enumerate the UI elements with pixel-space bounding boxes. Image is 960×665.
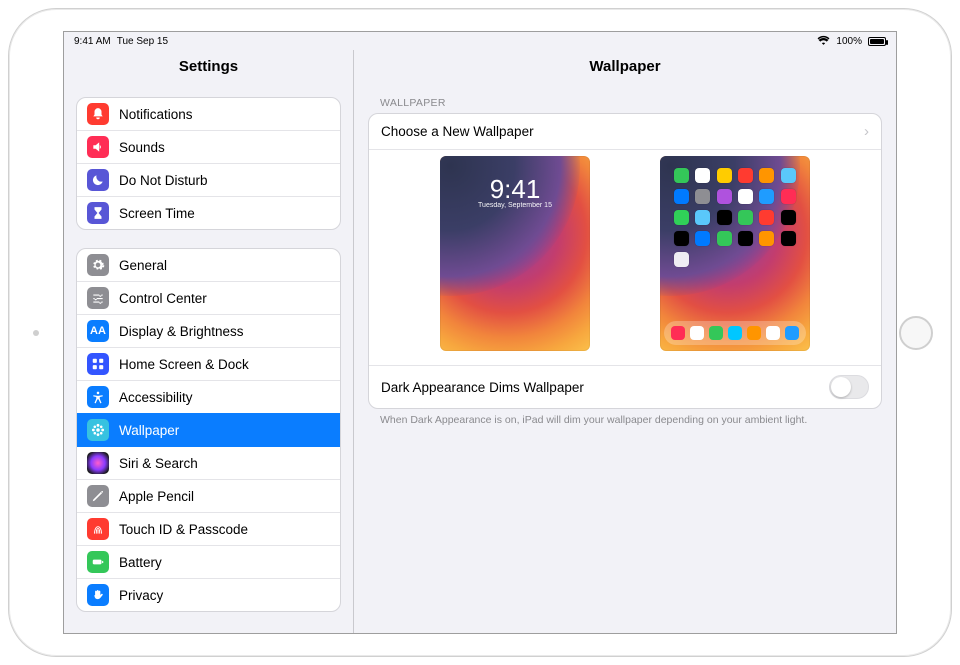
front-camera-icon	[33, 330, 39, 336]
sidebar-item-touchid[interactable]: Touch ID & Passcode	[77, 512, 340, 545]
sidebar-title: Settings	[64, 50, 353, 85]
sidebar-item-label: Battery	[119, 555, 162, 570]
lockscreen-preview[interactable]: 9:41 Tuesday, September 15	[440, 156, 590, 351]
sidebar-item-notifications[interactable]: Notifications	[77, 98, 340, 130]
sidebar-item-wallpaper[interactable]: Wallpaper	[77, 413, 340, 446]
statusbar-date: Tue Sep 15	[117, 36, 168, 47]
moon-icon	[87, 169, 109, 191]
flower-icon	[87, 419, 109, 441]
bell-icon	[87, 103, 109, 125]
siri-icon	[87, 452, 109, 474]
dark-dims-label: Dark Appearance Dims Wallpaper	[381, 380, 584, 395]
pencil-icon	[87, 485, 109, 507]
sidebar-item-accessibility[interactable]: Accessibility	[77, 380, 340, 413]
screen: 9:41 AM Tue Sep 15 100% Settings	[63, 31, 897, 634]
sidebar-item-label: Wallpaper	[119, 423, 179, 438]
section-label-wallpaper: WALLPAPER	[354, 85, 896, 113]
fingerprint-icon	[87, 518, 109, 540]
sidebar-item-label: Home Screen & Dock	[119, 357, 249, 372]
settings-sidebar: Settings Notifications Soun	[64, 50, 354, 633]
wallpaper-card: Choose a New Wallpaper › 9:41 Tuesday, S…	[368, 113, 882, 409]
wallpaper-previews: 9:41 Tuesday, September 15	[369, 149, 881, 365]
dark-dims-toggle[interactable]	[829, 375, 869, 399]
sidebar-item-siri[interactable]: Siri & Search	[77, 446, 340, 479]
sidebar-item-sounds[interactable]: Sounds	[77, 130, 340, 163]
lockscreen-date: Tuesday, September 15	[440, 202, 590, 209]
speaker-icon	[87, 136, 109, 158]
wifi-icon	[817, 35, 830, 48]
statusbar-time: 9:41 AM	[74, 36, 111, 47]
sidebar-item-controlcenter[interactable]: Control Center	[77, 281, 340, 314]
sliders-icon	[87, 287, 109, 309]
homescreen-preview[interactable]	[660, 156, 810, 351]
textsize-icon: AA	[87, 320, 109, 342]
sidebar-item-label: Sounds	[119, 140, 165, 155]
home-button[interactable]	[899, 316, 933, 350]
lockscreen-time: 9:41	[440, 174, 590, 205]
sidebar-item-battery[interactable]: Battery	[77, 545, 340, 578]
choose-wallpaper-row[interactable]: Choose a New Wallpaper ›	[369, 114, 881, 149]
sidebar-item-label: General	[119, 258, 167, 273]
sidebar-item-label: Display & Brightness	[119, 324, 244, 339]
sidebar-group-2: General Control Center AA Display & Brig…	[76, 248, 341, 612]
sidebar-item-label: Siri & Search	[119, 456, 198, 471]
sidebar-item-label: Privacy	[119, 588, 163, 603]
battery-icon	[868, 37, 886, 46]
detail-pane: Wallpaper WALLPAPER Choose a New Wallpap…	[354, 50, 896, 633]
sidebar-item-privacy[interactable]: Privacy	[77, 578, 340, 611]
sidebar-item-label: Touch ID & Passcode	[119, 522, 248, 537]
grid-icon	[87, 353, 109, 375]
sidebar-item-dnd[interactable]: Do Not Disturb	[77, 163, 340, 196]
sidebar-group-1: Notifications Sounds Do No	[76, 97, 341, 230]
battery-icon	[87, 551, 109, 573]
sidebar-item-label: Apple Pencil	[119, 489, 194, 504]
detail-title: Wallpaper	[354, 50, 896, 85]
sidebar-item-label: Notifications	[119, 107, 193, 122]
ipad-frame: 9:41 AM Tue Sep 15 100% Settings	[8, 8, 952, 657]
chevron-right-icon: ›	[864, 123, 869, 140]
battery-percent: 100%	[836, 36, 862, 47]
status-bar: 9:41 AM Tue Sep 15 100%	[64, 32, 896, 50]
dock-icon	[664, 321, 806, 345]
sidebar-item-homescreen[interactable]: Home Screen & Dock	[77, 347, 340, 380]
accessibility-icon	[87, 386, 109, 408]
sidebar-item-screentime[interactable]: Screen Time	[77, 196, 340, 229]
gear-icon	[87, 254, 109, 276]
sidebar-item-label: Screen Time	[119, 206, 195, 221]
hourglass-icon	[87, 202, 109, 224]
sidebar-item-general[interactable]: General	[77, 249, 340, 281]
sidebar-item-pencil[interactable]: Apple Pencil	[77, 479, 340, 512]
choose-wallpaper-label: Choose a New Wallpaper	[381, 124, 534, 139]
sidebar-item-label: Do Not Disturb	[119, 173, 208, 188]
sidebar-item-label: Control Center	[119, 291, 207, 306]
hand-icon	[87, 584, 109, 606]
app-grid-icon	[674, 168, 796, 267]
sidebar-item-label: Accessibility	[119, 390, 193, 405]
dark-dims-footer: When Dark Appearance is on, iPad will di…	[354, 409, 896, 443]
sidebar-item-display[interactable]: AA Display & Brightness	[77, 314, 340, 347]
dark-dims-row: Dark Appearance Dims Wallpaper	[369, 365, 881, 408]
